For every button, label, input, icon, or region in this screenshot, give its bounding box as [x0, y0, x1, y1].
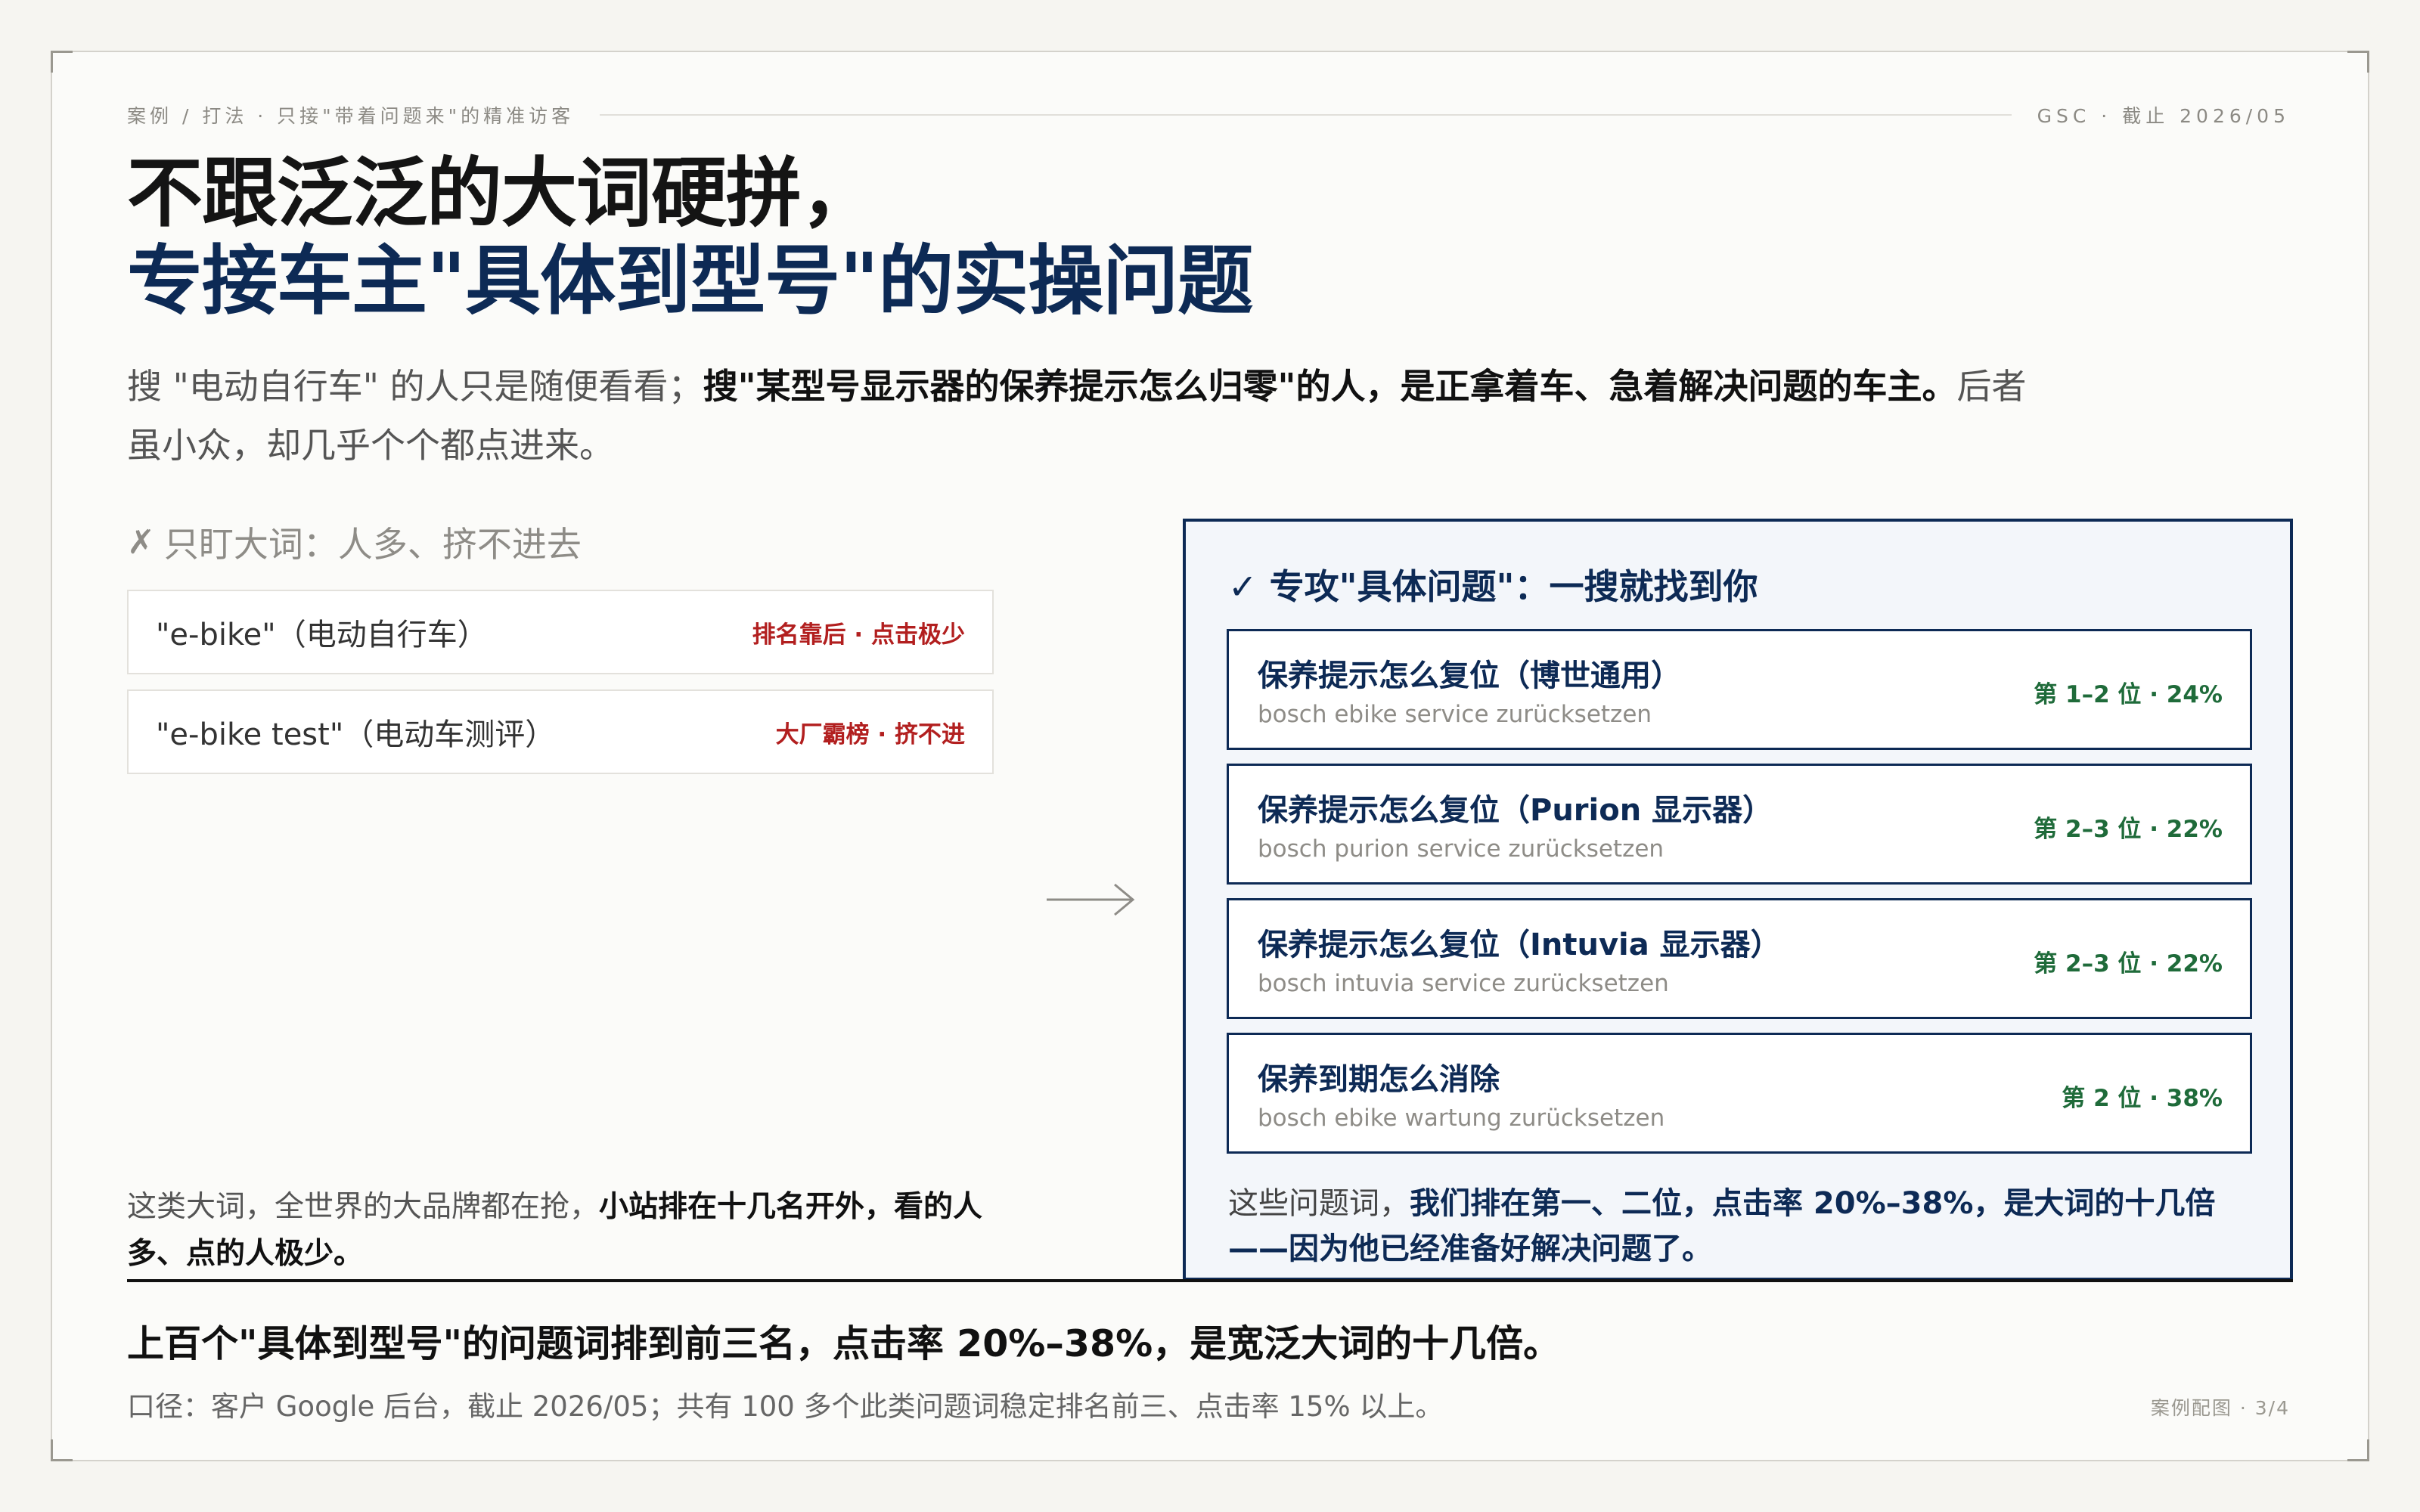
question-query: bosch purion service zurücksetzen: [1258, 835, 1665, 863]
question-title: 保养提示怎么复位（Purion 显示器）: [1258, 793, 1773, 828]
arrow-right-icon: [1047, 883, 1135, 916]
question-rank: 第 2–3 位 · 22%: [2034, 950, 2223, 978]
breadcrumb: 案例 / 打法 · 只接"带着问题来"的精准访客: [127, 105, 575, 127]
note-text: 这类大词，全世界的大品牌都在抢，: [127, 1190, 600, 1224]
broad-keyword-card: "e-bike test"（电动车测评） 大厂霸榜 · 挤不进: [127, 689, 994, 774]
corner-mark: [2347, 1439, 2369, 1461]
source-meta: GSC · 截止 2026/05: [2037, 105, 2290, 127]
question-query: bosch ebike wartung zurücksetzen: [1258, 1105, 1665, 1132]
page-indicator: 案例配图 · 3/4: [2150, 1397, 2290, 1419]
question-title: 保养提示怎么复位（博世通用）: [1258, 658, 1681, 693]
specific-questions-heading: ✓ 专攻"具体问题"：一搜就找到你: [1228, 559, 1758, 609]
corner-mark: [2347, 51, 2369, 73]
question-title: 保养到期怎么消除: [1258, 1062, 1500, 1097]
page-title: 不跟泛泛的大词硬拼， 专接车主"具体到型号"的实操问题: [127, 149, 1253, 325]
lead-text: 搜 "电动自行车" 的人只是随便看看；: [127, 366, 703, 407]
specific-questions-heading-text: 专攻"具体问题"：一搜就找到你: [1269, 566, 1758, 607]
data-source-note: 口径：客户 Google 后台，截止 2026/05；共有 100 多个此类问题…: [127, 1390, 1444, 1423]
check-icon: ✓: [1228, 566, 1258, 607]
keyword-term: "e-bike test"（电动车测评）: [156, 717, 556, 752]
question-card: 保养提示怎么复位（Purion 显示器） bosch purion servic…: [1227, 764, 2252, 885]
specific-questions-panel: ✓ 专攻"具体问题"：一搜就找到你 保养提示怎么复位（博世通用） bosch e…: [1183, 519, 2293, 1282]
question-query: bosch intuvia service zurücksetzen: [1258, 970, 1669, 997]
specific-questions-note: 这些问题词，我们排在第一、二位，点击率 20%–38%，是大词的十几倍——因为他…: [1228, 1181, 2272, 1272]
keyword-term: "e-bike"（电动自行车）: [156, 618, 488, 652]
question-rank: 第 1–2 位 · 24%: [2034, 681, 2223, 708]
question-query: bosch ebike service zurücksetzen: [1258, 701, 1652, 728]
question-card: 保养提示怎么复位（博世通用） bosch ebike service zurüc…: [1227, 629, 2252, 750]
question-card: 保养提示怎么复位（Intuvia 显示器） bosch intuvia serv…: [1227, 898, 2252, 1019]
broad-keywords-note: 这类大词，全世界的大品牌都在抢，小站排在十几名开外，看的人多、点的人极少。: [127, 1184, 1004, 1278]
question-title: 保养提示怎么复位（Intuvia 显示器）: [1258, 928, 1781, 962]
broad-keywords-heading-text: 只盯大词：人多、挤不进去: [163, 524, 582, 565]
corner-mark: [51, 1439, 73, 1461]
top-rule: [600, 114, 2012, 116]
note-text: 这些问题词，: [1228, 1186, 1410, 1221]
cross-icon: ✗: [127, 522, 155, 562]
title-line-1: 不跟泛泛的大词硬拼，: [127, 149, 876, 237]
conclusion-statement: 上百个"具体到型号"的问题词排到前三名，点击率 20%–38%，是宽泛大词的十几…: [127, 1322, 1561, 1365]
keyword-status-tag: 排名靠后 · 点击极少: [752, 621, 965, 649]
title-line-2: 专接车主"具体到型号"的实操问题: [127, 237, 1253, 325]
broad-keywords-heading: ✗ 只盯大词：人多、挤不进去: [127, 517, 582, 567]
question-rank: 第 2–3 位 · 22%: [2034, 816, 2223, 843]
lead-emphasis: 搜"某型号显示器的保养提示怎么归零"的人，是正拿着车、急着解决问题的车主。: [703, 366, 1957, 407]
question-card: 保养到期怎么消除 bosch ebike wartung zurücksetze…: [1227, 1033, 2252, 1154]
broad-keyword-card: "e-bike"（电动自行车） 排名靠后 · 点击极少: [127, 590, 994, 674]
corner-mark: [51, 51, 73, 73]
keyword-status-tag: 大厂霸榜 · 挤不进: [775, 720, 965, 748]
lead-paragraph: 搜 "电动自行车" 的人只是随便看看；搜"某型号显示器的保养提示怎么归零"的人，…: [127, 357, 2033, 475]
section-divider: [127, 1279, 2293, 1282]
question-rank: 第 2 位 · 38%: [2062, 1085, 2223, 1112]
top-bar: 案例 / 打法 · 只接"带着问题来"的精准访客 GSC · 截止 2026/0…: [127, 103, 2290, 127]
